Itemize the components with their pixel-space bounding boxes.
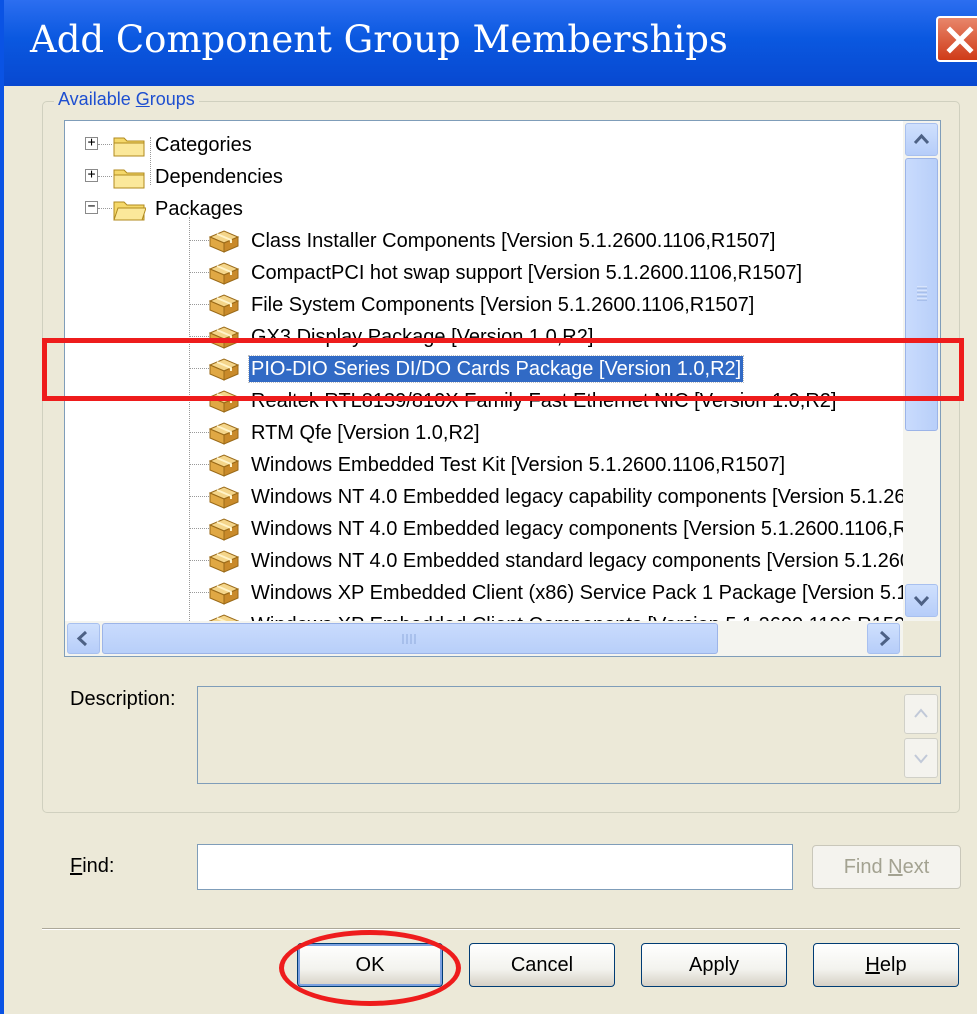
apply-button[interactable]: Apply — [641, 943, 787, 987]
tree-item-label: Windows Embedded Test Kit [Version 5.1.2… — [251, 454, 786, 476]
package-icon — [208, 454, 240, 477]
chevron-up-icon — [913, 133, 930, 145]
package-icon — [208, 550, 240, 573]
folder-icon — [113, 137, 145, 157]
scroll-down-button[interactable] — [905, 584, 938, 617]
scroll-right-button[interactable] — [867, 623, 900, 654]
tree-item-label: Packages — [155, 198, 243, 220]
tree-item-label: Windows NT 4.0 Embedded legacy capabilit… — [251, 486, 905, 508]
tree-item-label: Windows NT 4.0 Embedded legacy component… — [251, 518, 905, 540]
highlight-oval — [279, 930, 461, 1006]
chevron-up-icon — [914, 708, 928, 718]
tree-item-categories[interactable]: + Categories — [65, 129, 905, 161]
description-label: Description: — [70, 688, 176, 710]
tree-item-package[interactable]: Windows XP Embedded Client (x86) Service… — [65, 577, 905, 609]
tree-item-label: CompactPCI hot swap support [Version 5.1… — [251, 262, 803, 284]
tree-item-dependencies[interactable]: + Dependencies — [65, 161, 905, 193]
cancel-button[interactable]: Cancel — [469, 943, 615, 987]
expand-icon[interactable]: + — [85, 136, 98, 150]
highlight-rectangle — [42, 338, 964, 401]
find-label: Find: — [70, 855, 115, 877]
tree-item-package[interactable]: Windows NT 4.0 Embedded standard legacy … — [65, 545, 905, 577]
dialog-window: Add Component Group Memberships Availabl… — [0, 0, 977, 1014]
grip-icon — [402, 634, 416, 644]
tree-item-package[interactable]: Class Installer Components [Version 5.1.… — [65, 225, 905, 257]
package-icon — [208, 230, 240, 253]
chevron-right-icon — [879, 630, 891, 647]
tree-item-packages[interactable]: − Packages — [65, 193, 905, 225]
scroll-up-button[interactable] — [905, 123, 938, 156]
tree-item-package[interactable]: Windows XP Embedded Client Components [V… — [65, 609, 905, 621]
tree-item-package[interactable]: RTM Qfe [Version 1.0,R2] — [65, 417, 905, 449]
close-icon — [946, 26, 974, 54]
description-scroll-up — [904, 694, 938, 734]
expand-icon[interactable]: + — [85, 168, 98, 182]
chevron-down-icon — [914, 754, 928, 764]
description-field — [197, 686, 941, 784]
package-icon — [208, 518, 240, 541]
tree-item-label: File System Components [Version 5.1.2600… — [251, 294, 755, 316]
scroll-left-button[interactable] — [67, 623, 100, 654]
find-next-button[interactable]: Find Next — [812, 845, 961, 889]
tree-item-label: RTM Qfe [Version 1.0,R2] — [251, 422, 480, 444]
tree-item-label: Windows XP Embedded Client (x86) Service… — [251, 582, 905, 604]
description-scrollbar — [903, 688, 939, 782]
tree-item-package[interactable]: Windows Embedded Test Kit [Version 5.1.2… — [65, 449, 905, 481]
separator — [42, 928, 960, 930]
help-button[interactable]: Help — [813, 943, 959, 987]
chevron-down-icon — [913, 595, 930, 607]
description-scroll-down — [904, 738, 938, 778]
collapse-icon[interactable]: − — [85, 200, 98, 214]
scroll-thumb[interactable] — [102, 623, 718, 654]
package-icon — [208, 294, 240, 317]
tree-item-label: Windows NT 4.0 Embedded standard legacy … — [251, 550, 905, 572]
tree-item-package[interactable]: File System Components [Version 5.1.2600… — [65, 289, 905, 321]
package-icon — [208, 422, 240, 445]
open-folder-icon — [113, 201, 146, 221]
dialog-title: Add Component Group Memberships — [30, 18, 728, 61]
title-bar[interactable]: Add Component Group Memberships — [4, 0, 977, 86]
package-icon — [208, 582, 240, 605]
tree-item-label: Class Installer Components [Version 5.1.… — [251, 230, 776, 252]
scrollbar-corner — [903, 621, 940, 656]
tree-item-package[interactable]: CompactPCI hot swap support [Version 5.1… — [65, 257, 905, 289]
chevron-left-icon — [76, 630, 88, 647]
tree-item-label: Categories — [155, 134, 252, 156]
package-icon — [208, 614, 240, 621]
tree-item-label: Windows XP Embedded Client Components [V… — [249, 612, 905, 621]
find-input[interactable] — [197, 844, 793, 890]
tree-horizontal-scrollbar[interactable] — [65, 621, 903, 656]
package-icon — [208, 486, 240, 509]
tree-item-package[interactable]: Windows NT 4.0 Embedded legacy component… — [65, 513, 905, 545]
folder-icon — [113, 169, 145, 189]
close-button[interactable] — [936, 16, 977, 62]
tree-item-label: Dependencies — [155, 166, 283, 188]
tree-item-package[interactable]: Windows NT 4.0 Embedded legacy capabilit… — [65, 481, 905, 513]
package-icon — [208, 262, 240, 285]
available-groups-label: Available Groups — [54, 89, 199, 110]
